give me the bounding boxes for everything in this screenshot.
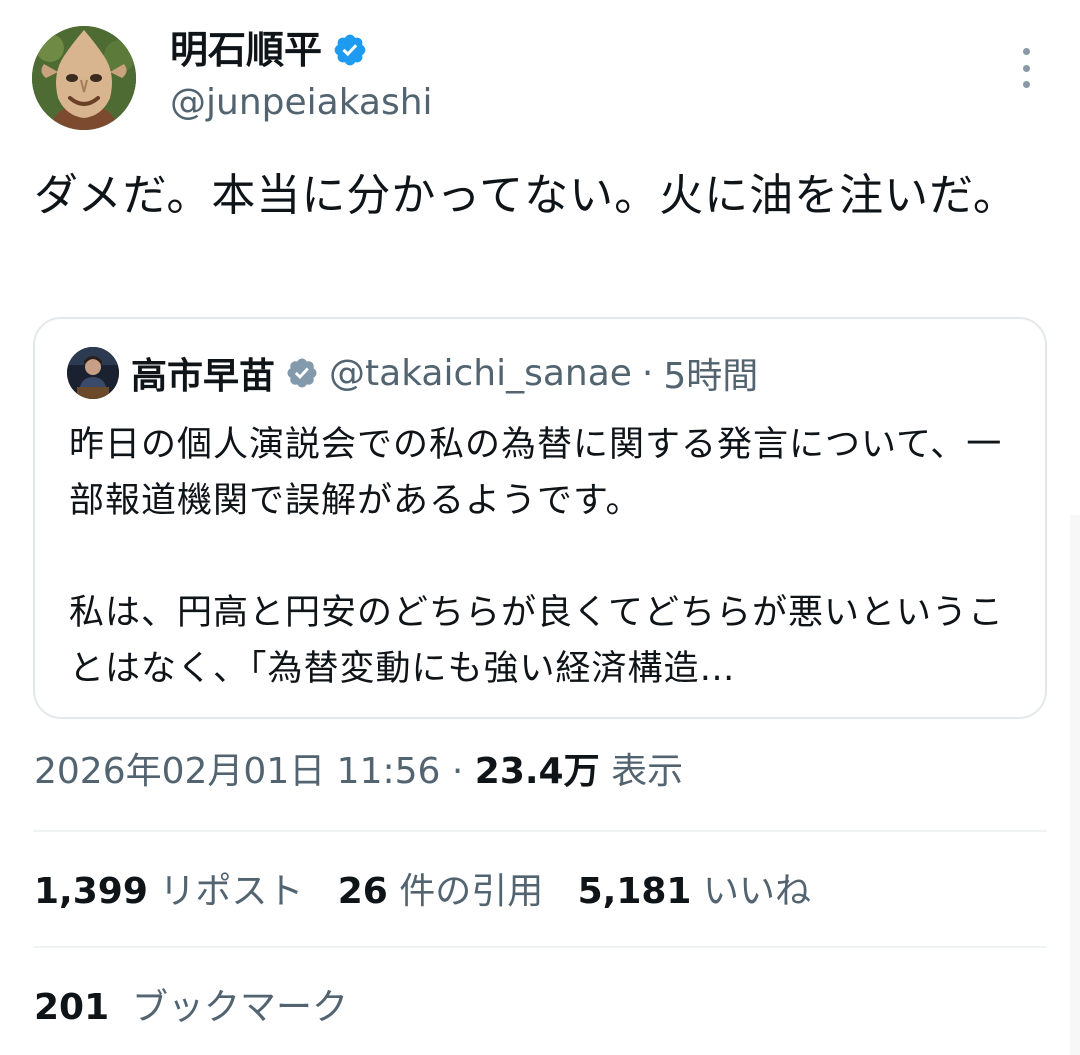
more-options-icon[interactable]	[1008, 48, 1044, 88]
bookmarks-stat[interactable]: 201 ブックマーク	[34, 980, 348, 1036]
dot	[1022, 64, 1030, 72]
reposts-stat[interactable]: 1,399 リポスト	[34, 871, 303, 912]
quotes-label: 件の引用	[399, 871, 544, 912]
quoted-paragraph-2: 私は、円高と円安のどちらが良くてどちらが悪いということはなく、「為替変動にも強い…	[69, 593, 1004, 689]
divider	[33, 946, 1047, 948]
divider	[33, 830, 1047, 832]
quotes-stat[interactable]: 26 件の引用	[338, 871, 544, 912]
views-label: 表示	[611, 751, 684, 792]
reposts-label: リポスト	[159, 871, 304, 912]
author-name-row: 明石順平	[170, 26, 368, 74]
verified-badge-icon[interactable]	[332, 32, 368, 68]
views-count: 23.4万	[474, 751, 600, 792]
quoted-paragraph-1: 昨日の個人演説会での私の為替に関する発言について、一部報道機関で誤解があるようで…	[69, 425, 1003, 521]
author-avatar[interactable]	[32, 26, 136, 130]
quoted-time: 5時間	[663, 356, 759, 397]
scrollbar[interactable]	[1070, 515, 1080, 1055]
quoted-author-display-name: 高市早苗	[131, 356, 276, 397]
quoted-author-handle: @takaichi_sanae	[329, 352, 632, 394]
verified-gray-badge-icon	[287, 358, 317, 388]
engagement-stats: 1,399 リポスト 26 件の引用 5,181 いいね	[34, 864, 811, 920]
meta-separator: ·	[440, 751, 475, 792]
tweet-timestamp[interactable]: 2026年02月01日 11:56	[34, 751, 440, 792]
author-display-name[interactable]: 明石順平	[170, 26, 322, 74]
likes-stat[interactable]: 5,181 いいね	[578, 871, 811, 912]
quoted-separator: ·	[641, 352, 654, 394]
bookmarks-label: ブックマーク	[132, 987, 349, 1028]
quoted-author-avatar	[67, 347, 119, 399]
quoted-tweet-text: 昨日の個人演説会での私の為替に関する発言について、一部報道機関で誤解があるようで…	[69, 417, 1019, 697]
likes-count: 5,181	[577, 871, 692, 912]
quotes-count: 26	[337, 871, 388, 912]
speaker-photo-icon	[67, 347, 119, 399]
reposts-count: 1,399	[34, 871, 148, 912]
dot	[1022, 81, 1030, 88]
bookmarks-count: 201	[34, 987, 110, 1028]
tweet-text: ダメだ。本当に分かってない。火に油を注いだ。	[34, 170, 1018, 221]
likes-label: いいね	[702, 871, 811, 912]
dot	[1022, 48, 1030, 55]
quoted-tweet-header: 高市早苗 @takaichi_sanae · 5時間	[67, 347, 758, 399]
tweet-meta: 2026年02月01日 11:56 · 23.4万 表示	[34, 744, 683, 800]
quoted-tweet-card[interactable]: 高市早苗 @takaichi_sanae · 5時間 昨日の個人演説会での私の為…	[33, 317, 1047, 719]
author-handle[interactable]: @junpeiakashi	[170, 80, 433, 126]
mask-avatar-icon	[32, 26, 136, 130]
